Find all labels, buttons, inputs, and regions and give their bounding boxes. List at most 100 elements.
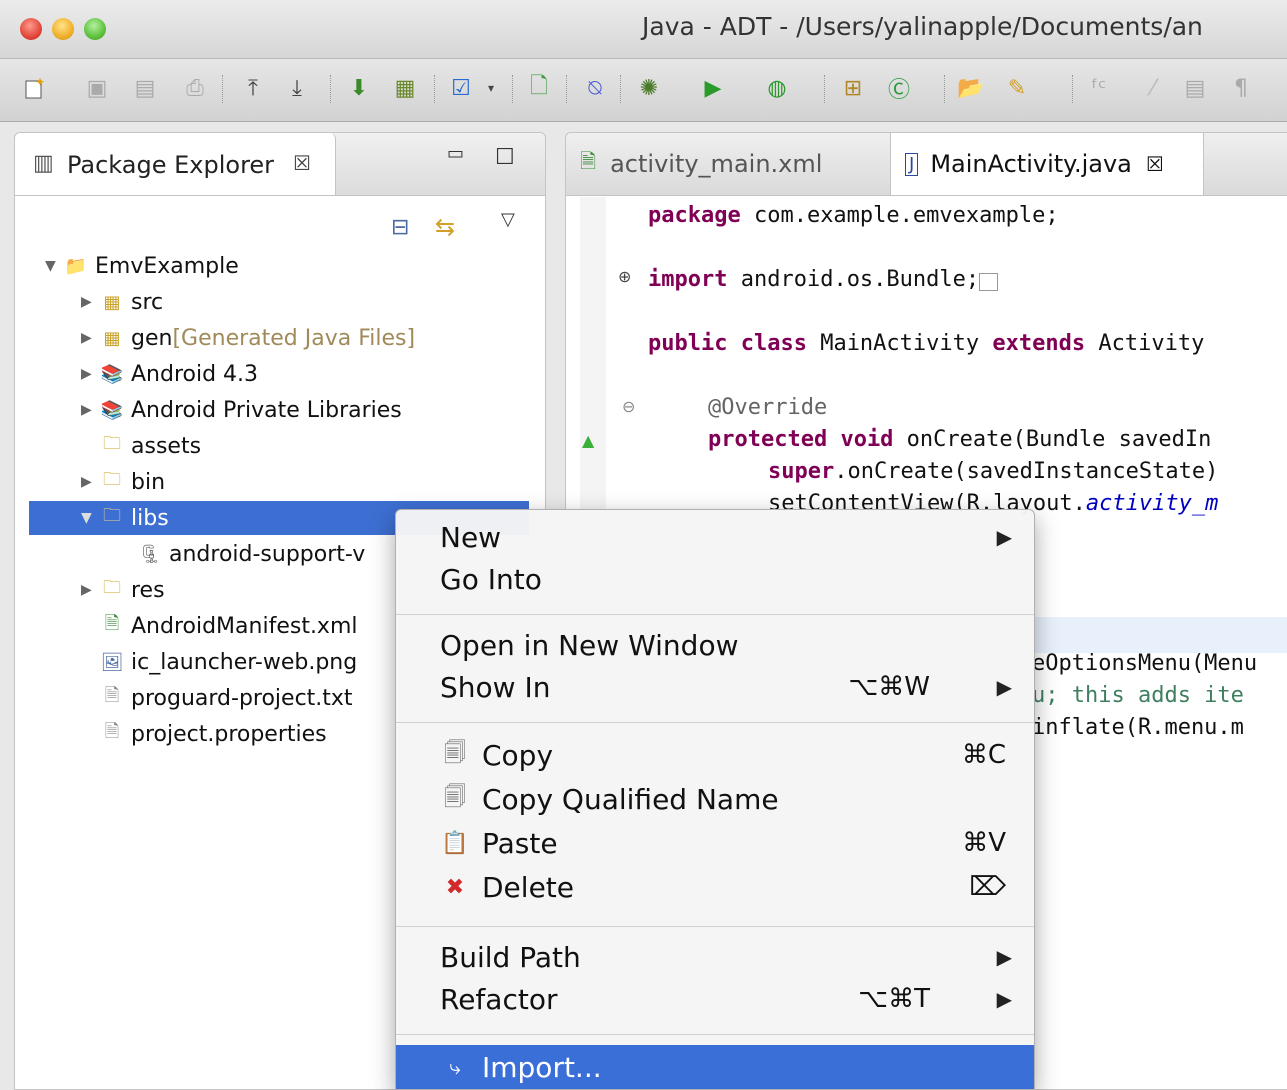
download-icon[interactable]: ⤓ [284, 73, 310, 103]
tree-item-manifest[interactable]: 🗎 AndroidManifest.xml [81, 609, 358, 643]
shortcut-label: ⌥⌘T [858, 984, 930, 1014]
toggle-mark-icon[interactable]: ⍉ [582, 73, 608, 103]
tab-activity-main-xml[interactable]: 🗎 activity_main.xml [566, 133, 888, 195]
close-window-button[interactable] [20, 18, 42, 40]
expand-fold-icon[interactable]: ⊕ [618, 267, 631, 286]
code-line[interactable]: eOptionsMenu(Menu [1032, 651, 1257, 676]
expanded-triangle-icon[interactable]: ▼ [45, 258, 61, 274]
menu-item-copy[interactable]: 🗐 Copy ⌘C [396, 734, 1034, 776]
tree-item-label: proguard-project.txt [131, 685, 353, 711]
view-menu-icon[interactable]: ▽ [501, 209, 515, 230]
tree-item-properties[interactable]: 🗎 project.properties [81, 717, 327, 751]
new-java-class-icon[interactable]: Ⓒ [886, 73, 912, 103]
library-icon: 📚 [100, 399, 124, 421]
menu-item-show-in[interactable]: Show In ⌥⌘W ▶ [396, 666, 1034, 708]
collapsed-triangle-icon[interactable]: ▶ [81, 366, 97, 382]
tree-item-src[interactable]: ▶ ▦ src [81, 285, 163, 319]
tree-item-label: EmvExample [95, 253, 239, 279]
tree-item-label: ic_launcher-web.png [131, 649, 358, 675]
menu-item-label: Paste [482, 826, 558, 860]
debug-icon[interactable]: ✺ [636, 73, 662, 103]
menu-item-copy-qualified-name[interactable]: 🗐 Copy Qualified Name [396, 778, 1034, 820]
tree-item-private-libs[interactable]: ▶ 📚 Android Private Libraries [81, 393, 402, 427]
chevron-down-icon[interactable]: ▾ [478, 73, 504, 103]
submenu-arrow-icon: ▶ [996, 945, 1012, 969]
checkbox-icon[interactable]: ☑ [448, 73, 474, 103]
project-folder-icon: 📁 [64, 255, 88, 277]
tree-item-assets[interactable]: 🗀 assets [81, 429, 201, 463]
show-whitespace-icon[interactable]: ¶ [1228, 73, 1254, 103]
tree-item-gen[interactable]: ▶ ▦ gen [Generated Java Files] [81, 321, 415, 355]
new-java-file-icon[interactable]: 🗋 [526, 73, 552, 103]
menu-separator [396, 614, 1034, 615]
collapsed-triangle-icon[interactable]: ▶ [81, 582, 97, 598]
submenu-arrow-icon: ▶ [996, 525, 1012, 549]
tree-item-label: project.properties [131, 721, 327, 747]
collapsed-triangle-icon[interactable]: ▶ [81, 330, 97, 346]
maximize-view-icon[interactable]: ☐ [495, 145, 515, 170]
tree-item-android-sdk[interactable]: ▶ 📚 Android 4.3 [81, 357, 258, 391]
collapsed-triangle-icon[interactable]: ▶ [81, 294, 97, 310]
menu-item-new[interactable]: New ▶ [396, 516, 1034, 558]
copy-icon: 🗐 [444, 741, 466, 766]
tree-item-label: res [131, 577, 165, 603]
close-icon[interactable]: ☒ [293, 151, 311, 175]
print-icon[interactable]: ⎙ [182, 73, 208, 103]
tab-package-explorer[interactable]: ▥ Package Explorer ☒ [15, 133, 336, 195]
library-icon: 📚 [100, 363, 124, 385]
outline-icon[interactable]: ▤ [1182, 73, 1208, 103]
code-line[interactable]: @Override [708, 395, 827, 420]
save-all-icon[interactable]: ▤ [132, 73, 158, 103]
open-project-icon[interactable]: 📂 [957, 73, 984, 103]
run-icon[interactable]: ▶ [700, 73, 726, 103]
submenu-arrow-icon: ▶ [996, 987, 1012, 1011]
zoom-window-button[interactable] [84, 18, 106, 40]
tree-item-launcher-png[interactable]: 🖼 ic_launcher-web.png [81, 645, 358, 679]
save-icon[interactable]: ▣ [84, 73, 110, 103]
tree-item-jar[interactable]: 🗜 android-support-v [135, 537, 366, 571]
tree-item-bin[interactable]: ▶ 🗀 bin [81, 465, 165, 499]
new-java-package-icon[interactable]: ⊞ [840, 73, 866, 103]
collapse-all-icon[interactable]: ⊟ [391, 215, 409, 240]
link-with-editor-icon[interactable]: ⇆ [435, 213, 455, 241]
collapsed-triangle-icon[interactable]: ▶ [81, 402, 97, 418]
tree-item-label: Android Private Libraries [131, 397, 402, 423]
minimize-window-button[interactable] [52, 18, 74, 40]
open-type-icon[interactable]: ⬇ [346, 73, 372, 103]
collapsed-triangle-icon[interactable]: ▶ [81, 474, 97, 490]
open-resource-icon[interactable]: ▦ [392, 73, 418, 103]
code-line[interactable]: public class MainActivity extends Activi… [648, 331, 1204, 356]
external-tools-icon[interactable]: ◍ [764, 73, 790, 103]
tab-label: MainActivity.java [930, 150, 1132, 178]
close-icon[interactable]: ☒ [1146, 152, 1164, 176]
java-file-icon: J [905, 152, 919, 176]
edit-icon[interactable]: ⁄ [1140, 73, 1166, 103]
menu-item-build-path[interactable]: Build Path ▶ [396, 936, 1034, 978]
code-line[interactable]: super.onCreate(savedInstanceState) [768, 459, 1218, 484]
code-line[interactable]: import android.os.Bundle; [648, 267, 999, 292]
menu-item-refactor[interactable]: Refactor ⌥⌘T ▶ [396, 978, 1034, 1020]
tree-item-project[interactable]: ▼ 📁 EmvExample [45, 249, 239, 283]
tree-item-label: AndroidManifest.xml [131, 613, 358, 639]
upload-icon[interactable]: ⤒ [240, 73, 266, 103]
expanded-triangle-icon[interactable]: ▼ [81, 510, 97, 526]
menu-item-open-in-new-window[interactable]: Open in New Window [396, 624, 1034, 666]
tree-item-res[interactable]: ▶ 🗀 res [81, 573, 165, 607]
package-explorer-icon: ▥ [33, 151, 54, 176]
code-line[interactable]: u; this adds ite [1032, 683, 1244, 708]
code-line[interactable]: inflate(R.menu.m [1032, 715, 1244, 740]
code-line[interactable]: protected void onCreate(Bundle savedIn [708, 427, 1211, 452]
text-icon[interactable]: ᶠᶜ [1086, 73, 1112, 103]
collapse-fold-icon[interactable]: ⊖ [622, 397, 635, 416]
menu-item-delete[interactable]: ✖ Delete ⌦ [396, 866, 1034, 908]
new-wizard-icon[interactable]: ✦ [22, 73, 48, 103]
minimize-view-icon[interactable]: ▭ [447, 143, 464, 164]
code-line[interactable]: package com.example.emvexample; [648, 203, 1059, 228]
import-icon: ⤷ [449, 1055, 461, 1079]
tab-main-activity-java[interactable]: J MainActivity.java ☒ [890, 133, 1204, 195]
menu-item-paste[interactable]: 📋 Paste ⌘V [396, 822, 1034, 864]
menu-item-import[interactable]: ⤷ Import... [396, 1045, 1034, 1089]
search-icon[interactable]: ✎ [1004, 73, 1030, 103]
tree-item-proguard[interactable]: 🗎 proguard-project.txt [81, 681, 353, 715]
menu-item-go-into[interactable]: Go Into [396, 558, 1034, 600]
